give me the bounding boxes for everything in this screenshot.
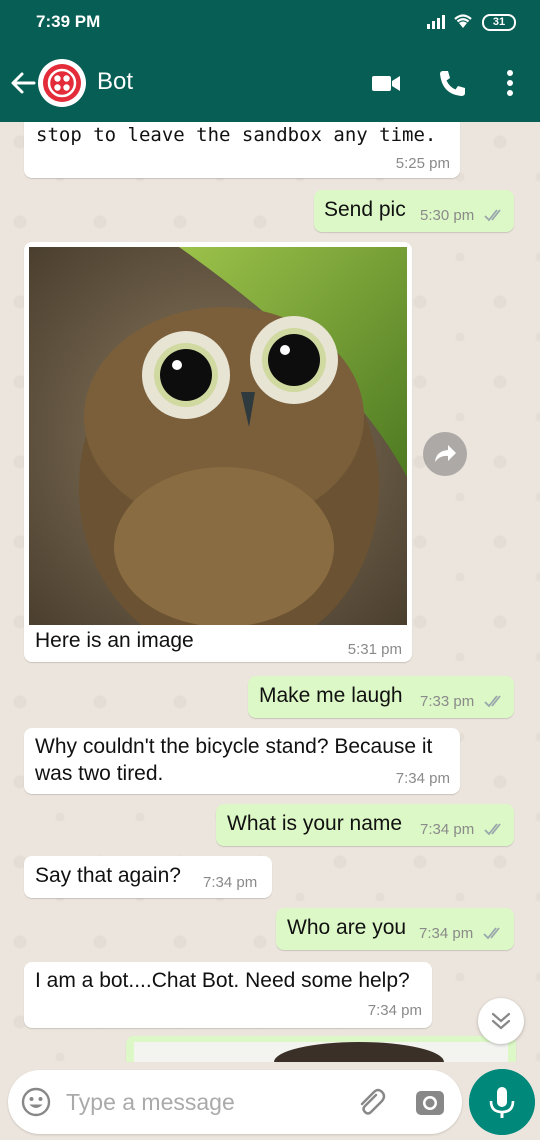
message-outgoing[interactable]: What is your name 7:34 pm: [216, 804, 514, 846]
message-time: 5:25 pm: [395, 155, 450, 172]
message-outgoing[interactable]: Make me laugh 7:33 pm: [248, 676, 514, 718]
wifi-icon: [454, 14, 472, 28]
read-ticks-icon: [483, 927, 500, 940]
message-outgoing-image[interactable]: [126, 1036, 516, 1062]
attach-icon[interactable]: [354, 1086, 386, 1118]
message-time: 7:34 pm: [203, 874, 258, 891]
status-time: 7:39 PM: [36, 12, 101, 31]
camera-icon[interactable]: [414, 1086, 446, 1118]
hair-shape: [274, 1042, 444, 1062]
message-incoming[interactable]: I am a bot....Chat Bot. Need some help? …: [24, 962, 432, 1028]
message-text: What is your name: [227, 812, 403, 835]
back-arrow-icon[interactable]: [8, 68, 38, 98]
read-ticks-icon: [484, 209, 501, 222]
message-incoming[interactable]: Say that again? 7:34 pm: [24, 856, 272, 898]
read-ticks-icon: [484, 695, 501, 708]
message-incoming-image[interactable]: Here is an image 5:31 pm: [24, 242, 412, 662]
message-text: stop to leave the sandbox any time.: [36, 124, 437, 146]
message-time: 5:31 pm: [347, 641, 402, 658]
message-text: Make me laugh: [259, 684, 403, 707]
read-ticks-icon: [484, 823, 501, 836]
message-time: 5:30 pm: [420, 207, 475, 224]
status-bar: 7:39 PM 31: [0, 0, 540, 44]
forward-icon[interactable]: [423, 432, 467, 476]
message-incoming[interactable]: stop to leave the sandbox any time. 5:25…: [24, 122, 460, 178]
signal-icon: [427, 15, 445, 29]
emoji-icon[interactable]: [20, 1086, 52, 1118]
owl-photo[interactable]: [29, 247, 407, 625]
battery-indicator: 31: [482, 14, 516, 31]
message-time: 7:34 pm: [367, 1002, 422, 1019]
message-time: 7:33 pm: [420, 693, 475, 710]
message-text: Why couldn't the bicycle stand? Because …: [35, 735, 433, 785]
message-text: Say that again?: [35, 864, 181, 887]
message-time: 7:34 pm: [419, 925, 474, 942]
message-text: Who are you: [287, 916, 407, 939]
chat-header: Bot: [0, 44, 540, 122]
message-outgoing[interactable]: Who are you 7:34 pm: [276, 908, 514, 950]
message-input[interactable]: Type a message: [66, 1089, 235, 1116]
phone-icon[interactable]: [436, 68, 468, 98]
more-vert-icon[interactable]: [494, 68, 526, 98]
message-text: Send pic: [324, 198, 406, 221]
message-time: 7:34 pm: [420, 821, 475, 838]
mic-icon[interactable]: [469, 1069, 535, 1135]
video-call-icon[interactable]: [370, 68, 402, 98]
message-text: Here is an image: [35, 629, 194, 652]
message-text: I am a bot....Chat Bot. Need some help?: [35, 969, 410, 992]
message-list[interactable]: stop to leave the sandbox any time. 5:25…: [0, 122, 540, 1062]
contact-name[interactable]: Bot: [97, 68, 133, 96]
twilio-logo-icon[interactable]: [38, 59, 86, 107]
message-outgoing[interactable]: Send pic 5:30 pm: [314, 190, 514, 232]
image-preview: [134, 1042, 508, 1062]
message-time: 7:34 pm: [395, 770, 450, 787]
double-chevron-down-icon[interactable]: [478, 998, 524, 1044]
message-composer: Type a message: [8, 1070, 462, 1134]
message-incoming[interactable]: Why couldn't the bicycle stand? Because …: [24, 728, 460, 794]
